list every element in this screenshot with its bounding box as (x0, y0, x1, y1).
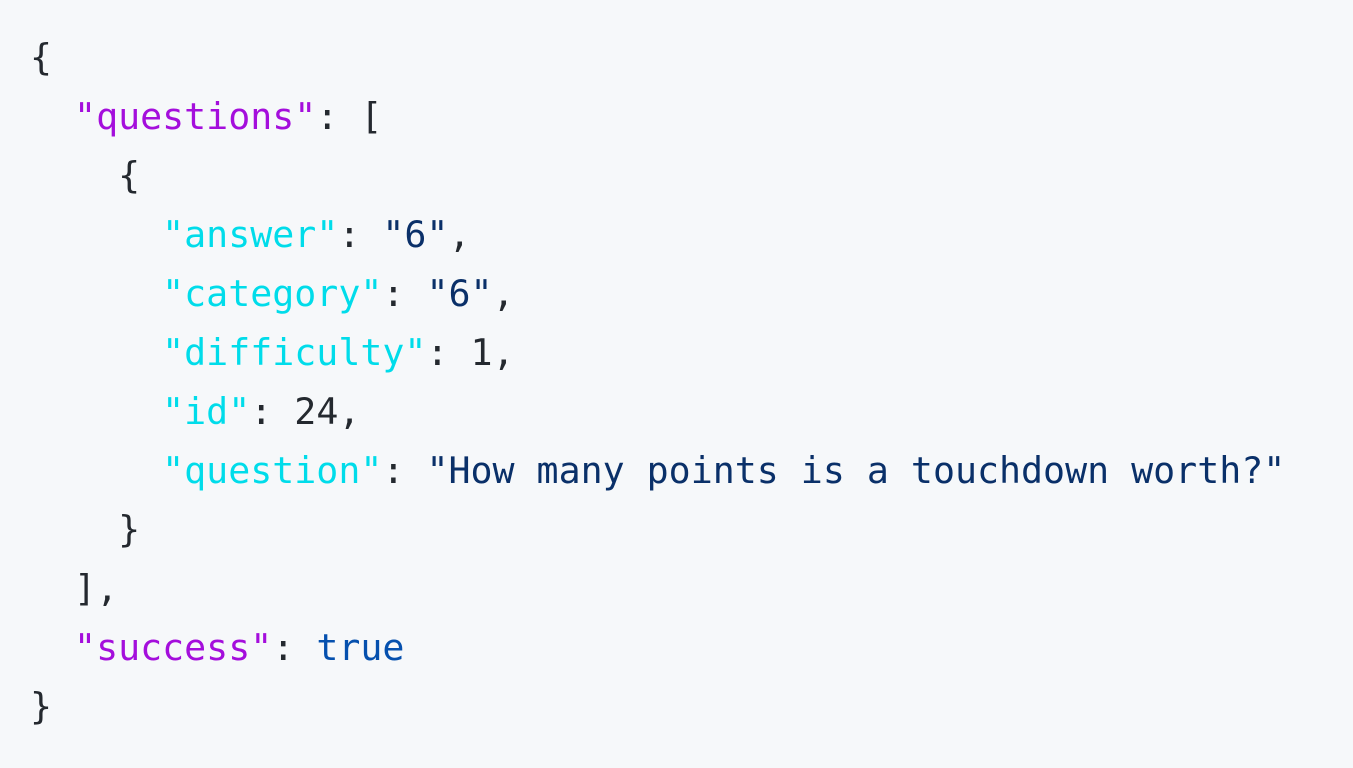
code-line-10: ], (30, 559, 1353, 618)
item-open-brace: { (118, 154, 141, 197)
code-line-3: { (30, 146, 1353, 205)
code-line-6: "difficulty": 1, (30, 323, 1353, 382)
difficulty-key: "difficulty" (162, 331, 427, 374)
category-comma: , (492, 272, 515, 315)
questions-key: "questions" (74, 95, 317, 138)
close-bracket: ], (74, 567, 119, 610)
code-line-5: "category": "6", (30, 264, 1353, 323)
open-brace: { (30, 36, 53, 79)
close-brace: } (30, 685, 53, 728)
success-value: true (316, 626, 405, 669)
questions-colon: : (316, 95, 339, 138)
question-key: "question" (162, 449, 383, 492)
answer-colon: : (338, 213, 361, 256)
code-line-4: "answer": "6", (30, 205, 1353, 264)
difficulty-value: 1 (470, 331, 493, 374)
code-line-8: "question": "How many points is a touchd… (30, 441, 1353, 500)
code-line-12: } (30, 677, 1353, 736)
question-colon: : (382, 449, 405, 492)
category-colon: : (382, 272, 405, 315)
code-line-1: { (30, 28, 1353, 87)
category-value: "6" (426, 272, 493, 315)
code-line-9: } (30, 500, 1353, 559)
id-comma: , (338, 390, 361, 433)
category-key: "category" (162, 272, 383, 315)
success-colon: : (272, 626, 295, 669)
difficulty-colon: : (426, 331, 449, 374)
answer-comma: , (448, 213, 471, 256)
open-bracket: [ (360, 95, 383, 138)
id-colon: : (250, 390, 273, 433)
success-key: "success" (74, 626, 273, 669)
id-value: 24 (294, 390, 339, 433)
id-key: "id" (162, 390, 251, 433)
item-close-brace: } (118, 508, 141, 551)
code-line-2: "questions": [ (30, 87, 1353, 146)
code-line-11: "success": true (30, 618, 1353, 677)
difficulty-comma: , (492, 331, 515, 374)
answer-key: "answer" (162, 213, 339, 256)
answer-value: "6" (382, 213, 449, 256)
code-line-7: "id": 24, (30, 382, 1353, 441)
question-value: "How many points is a touchdown worth?" (426, 449, 1286, 492)
json-code-block: { "questions": [ { "answer": "6", "categ… (0, 0, 1353, 768)
